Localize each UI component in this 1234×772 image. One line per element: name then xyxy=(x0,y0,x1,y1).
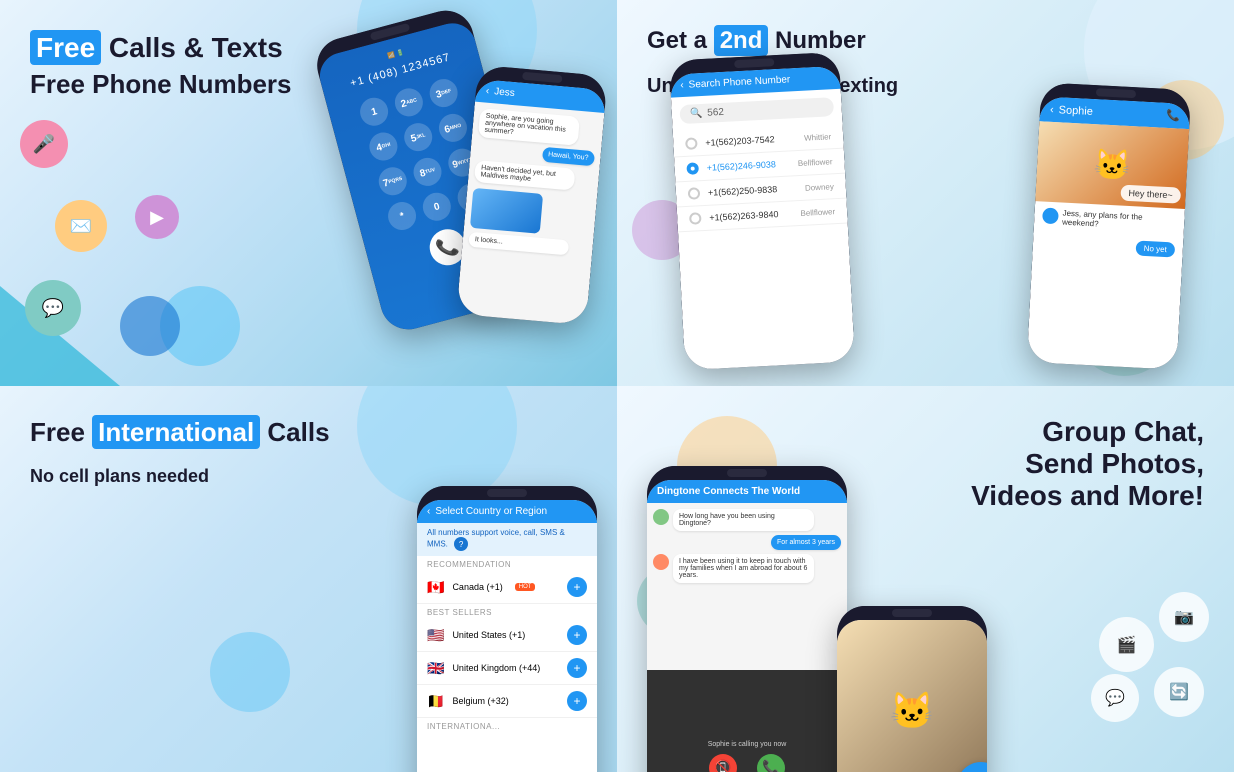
phone-number: +1(562)203-7542 xyxy=(705,134,775,148)
play-icon: ▶ xyxy=(150,207,164,228)
phone-country-select: ‹ Select Country or Region All numbers s… xyxy=(417,486,597,772)
q2-title: Get a 2nd Number xyxy=(647,25,866,56)
chat-messages: Sophie, are you going anywhere on vacati… xyxy=(456,102,604,326)
country-list: RECOMMENDATION 🇨🇦 Canada (+1) HOT + BEST… xyxy=(417,556,597,772)
sophie-name: Sophie xyxy=(1058,104,1093,118)
country-belgium: 🇧🇪 Belgium (+32) + xyxy=(417,685,597,718)
call-action-buttons: 📵 Decline 📞 Answer xyxy=(709,754,785,772)
free-highlight: Free xyxy=(30,30,101,65)
phone-location: Bellflower xyxy=(798,157,833,168)
deco-q3-2 xyxy=(210,632,290,712)
cat-video-image: 🐱 xyxy=(837,620,987,772)
q2-section: Get a 2nd Number Unlimited calling & tex… xyxy=(617,0,1234,386)
message-bubble: 💬 xyxy=(25,280,81,336)
q1-title: Free Calls & Texts Free Phone Numbers xyxy=(30,30,292,103)
deco-blue-circle xyxy=(120,296,180,356)
chat-msg-2: Hawaii, You? xyxy=(541,147,595,167)
phone-number-list: +1(562)203-7542 Whittier +1(562)246-9038 Be… xyxy=(673,124,848,233)
camera-icon-bubble: 📷 xyxy=(1159,592,1209,642)
international-label: INTERNATIONA... xyxy=(417,718,597,733)
phone-location: Bellflower xyxy=(800,207,835,218)
cat-image: 🐱 Hey there~ xyxy=(1035,121,1189,209)
q3-section: Free International Calls No cell plans n… xyxy=(0,386,617,772)
mail-icon: ✉️ xyxy=(70,216,92,237)
radio-button xyxy=(689,212,702,225)
radio-button xyxy=(688,187,701,200)
country-canada: 🇨🇦 Canada (+1) HOT + xyxy=(417,571,597,604)
2nd-highlight: 2nd xyxy=(714,25,769,56)
film-icon-bubble: 🎬 xyxy=(1099,617,1154,672)
radio-button xyxy=(685,137,698,150)
refresh-icon-bubble: 🔄 xyxy=(1154,667,1204,717)
play-bubble: ▶ xyxy=(135,195,179,239)
phone-sophie: ‹ Sophie 📞 🐱 Hey there~ Jess, any plans … xyxy=(1027,82,1191,369)
phone-group-chat: Dingtone Connects The World How long hav… xyxy=(647,466,847,772)
q1-section: 🎤 ✉️ ▶ 💬 Free Calls & Texts Free Phone N… xyxy=(0,0,617,386)
chat-msg-4: It looks... xyxy=(468,232,569,256)
group-header: Dingtone Connects The World xyxy=(647,480,847,503)
message-icon: 💬 xyxy=(42,298,64,319)
phone-video: 🐱 8minutes 🎤 🔊 ▶ xyxy=(837,606,987,772)
answer-action: 📞 Answer xyxy=(757,754,785,772)
decline-button[interactable]: 📵 xyxy=(709,754,737,772)
group-msg-2: For almost 3 years xyxy=(653,535,841,550)
phone-number: +1(562)246-9038 xyxy=(706,159,776,173)
q3-title: Free International Calls xyxy=(30,416,330,450)
best-sellers-label: BEST SELLERS xyxy=(417,604,597,619)
search-bar[interactable]: 🔍 562 xyxy=(679,97,834,124)
group-msg-3: I have been using it to keep in touch wi… xyxy=(653,554,841,583)
hey-bubble: Hey there~ xyxy=(1120,185,1181,204)
international-highlight: International xyxy=(92,415,260,449)
mic-bubble: 🎤 xyxy=(20,120,68,168)
incoming-call-overlay: Sophie is calling you now 📵 Decline 📞 An… xyxy=(647,670,847,772)
chat-msg-3: Haven't decided yet, but Maldives maybe xyxy=(474,160,576,191)
q4-section: Group Chat, Send Photos, Videos and More… xyxy=(617,386,1234,772)
info-text: All numbers support voice, call, SMS & M… xyxy=(417,523,597,556)
chat-msg-1: Sophie, are you going anywhere on vacati… xyxy=(478,108,580,146)
phone-location: Whittier xyxy=(804,132,832,142)
phone-number: +1(562)250-9838 xyxy=(708,184,778,198)
q3-subtitle: No cell plans needed xyxy=(30,466,209,487)
mic-icon: 🎤 xyxy=(33,134,55,155)
mail-bubble: ✉️ xyxy=(55,200,107,252)
call-text: Sophie is calling you now xyxy=(708,741,787,748)
decline-action: 📵 Decline xyxy=(709,754,737,772)
country-us: 🇺🇸 United States (+1) + xyxy=(417,619,597,652)
phone-search-number: ‹ Search Phone Number 🔍 562 +1(562)203-7… xyxy=(669,52,855,370)
radio-button xyxy=(686,162,699,175)
phone-chat: ‹ Jess Sophie, are you going anywhere on… xyxy=(456,65,607,325)
q4-title: Group Chat, Send Photos, Videos and More… xyxy=(971,416,1204,512)
answer-button[interactable]: 📞 xyxy=(757,754,785,772)
group-msg-1: How long have you been using Dingtone? xyxy=(653,509,841,531)
chat-contact-name: Jess xyxy=(494,86,515,99)
phone-location: Downey xyxy=(805,182,834,193)
chat-image xyxy=(470,188,543,234)
country-header: ‹ Select Country or Region xyxy=(417,500,597,523)
no-yet-reply: No yet xyxy=(1135,240,1175,257)
chat-icon-bubble: 💬 xyxy=(1091,674,1139,722)
phone-number: +1(562)263-9840 xyxy=(709,209,779,223)
recommendation-label: RECOMMENDATION xyxy=(417,556,597,571)
country-uk: 🇬🇧 United Kingdom (+44) + xyxy=(417,652,597,685)
